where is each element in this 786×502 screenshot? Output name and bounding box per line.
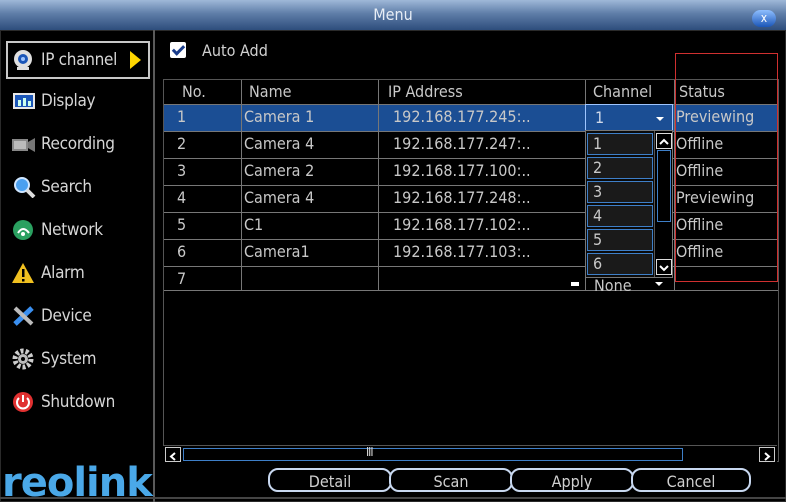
- status-highlight-box: [675, 53, 778, 282]
- sidebar-item-search[interactable]: Search: [8, 170, 148, 204]
- bottom-border: [0, 497, 786, 499]
- cell-name: Camera1: [244, 242, 310, 261]
- cell-ip: 192.168.177.245:..: [393, 107, 531, 126]
- cell-no: 6: [177, 242, 187, 261]
- channel-select[interactable]: 1: [585, 104, 673, 132]
- scroll-left-button[interactable]: [165, 447, 181, 462]
- sidebar-item-network[interactable]: Network: [8, 213, 148, 247]
- sidebar-item-shutdown[interactable]: Shutdown: [8, 385, 148, 419]
- chevron-down-icon: [656, 117, 664, 121]
- channel-option[interactable]: 2: [587, 157, 653, 179]
- cell-name: Camera 4: [244, 134, 315, 153]
- header-no[interactable]: No.: [182, 82, 206, 101]
- cell-no: 5: [177, 215, 187, 234]
- scroll-thumb[interactable]: III: [183, 445, 683, 461]
- apply-button[interactable]: Apply: [510, 468, 634, 492]
- sidebar-item-alarm[interactable]: Alarm: [8, 256, 148, 290]
- cell-ip: 192.168.177.100:..: [393, 161, 531, 180]
- chevron-up-icon: [659, 138, 669, 145]
- scroll-grip: III: [366, 445, 373, 459]
- cell-no: 1: [177, 107, 187, 126]
- cell-ip: 192.168.177.102:..: [393, 215, 531, 234]
- cell-name: Camera 2: [244, 161, 315, 180]
- recording-icon: [12, 138, 35, 152]
- header-channel[interactable]: Channel: [593, 82, 652, 101]
- cell-no: 7: [177, 269, 187, 288]
- cell-name: Camera 4: [244, 188, 315, 207]
- auto-add-label: Auto Add: [202, 41, 268, 60]
- channel-option[interactable]: 3: [587, 181, 653, 203]
- active-arrow-icon: [130, 51, 141, 69]
- sidebar-item-display[interactable]: Display: [8, 84, 148, 118]
- chevron-down-icon: [655, 282, 663, 286]
- channel-option[interactable]: 1: [587, 133, 653, 155]
- channel-select-value: 1: [595, 108, 605, 127]
- window-title: Menu: [373, 5, 413, 24]
- dropdown-scrollbar[interactable]: [654, 131, 672, 277]
- header-name[interactable]: Name: [249, 82, 291, 101]
- display-icon: [13, 93, 35, 109]
- sidebar-item-label: IP channel: [41, 50, 118, 70]
- cell-ip: 192.168.177.247:..: [393, 134, 531, 153]
- sidebar-item-ip-channel[interactable]: IP channel: [6, 41, 150, 79]
- sidebar-item-label: System: [41, 349, 97, 369]
- title-bar: Menu x: [0, 0, 786, 30]
- channel-option[interactable]: 6: [587, 253, 653, 275]
- device-icon: [13, 306, 34, 326]
- cell-no: 2: [177, 134, 187, 153]
- close-button[interactable]: x: [752, 10, 776, 27]
- scroll-right-button[interactable]: [759, 447, 775, 462]
- channel-option[interactable]: 5: [587, 229, 653, 251]
- cell-ip: 192.168.177.248:..: [393, 188, 531, 207]
- sidebar-item-device[interactable]: Device: [8, 299, 148, 333]
- header-ip-address[interactable]: IP Address: [388, 82, 463, 101]
- gear-icon: [12, 348, 34, 370]
- chevron-down-icon: [659, 265, 669, 272]
- auto-add-checkbox[interactable]: [170, 42, 186, 58]
- sidebar-item-label: Recording: [41, 134, 115, 154]
- cell-ip: 192.168.177.103:..: [393, 242, 531, 261]
- scroll-thumb[interactable]: [657, 150, 671, 222]
- horizontal-scrollbar[interactable]: III: [163, 445, 777, 462]
- scroll-down-button[interactable]: [656, 259, 672, 275]
- sidebar-divider: [153, 30, 155, 502]
- scan-button[interactable]: Scan: [389, 468, 513, 492]
- channel-dropdown-list: 1 2 3 4 5 6: [585, 130, 673, 278]
- ip-edit-indicator: [571, 282, 579, 286]
- sidebar: IP channel Display Recording Search Netw…: [0, 30, 153, 502]
- sidebar-item-label: Display: [41, 91, 96, 111]
- scroll-up-button[interactable]: [656, 133, 672, 149]
- sidebar-item-label: Alarm: [41, 263, 85, 283]
- network-icon: [13, 220, 33, 240]
- channel-select-row7[interactable]: None: [585, 276, 671, 296]
- sidebar-item-system[interactable]: System: [8, 342, 148, 376]
- sidebar-item-label: Network: [41, 220, 103, 240]
- cancel-button[interactable]: Cancel: [631, 468, 751, 492]
- cell-name: C1: [244, 215, 264, 234]
- camera-icon: [14, 50, 32, 70]
- power-icon: [13, 392, 33, 412]
- cell-no: 4: [177, 188, 187, 207]
- menu-window: Menu x IP channel Display Recording Sear…: [0, 0, 786, 502]
- channel-select-value: None: [594, 276, 632, 295]
- cell-no: 3: [177, 161, 187, 180]
- search-icon: [14, 177, 36, 198]
- channel-option[interactable]: 4: [587, 205, 653, 227]
- sidebar-item-recording[interactable]: Recording: [8, 127, 148, 161]
- detail-button[interactable]: Detail: [268, 468, 392, 492]
- sidebar-item-label: Search: [41, 177, 92, 197]
- cell-name: Camera 1: [244, 107, 315, 126]
- chevron-left-icon: [169, 452, 176, 461]
- alarm-icon: [12, 263, 34, 283]
- chevron-right-icon: [764, 452, 771, 461]
- sidebar-item-label: Shutdown: [41, 392, 115, 412]
- sidebar-item-label: Device: [41, 306, 92, 326]
- row-divider: [164, 290, 778, 291]
